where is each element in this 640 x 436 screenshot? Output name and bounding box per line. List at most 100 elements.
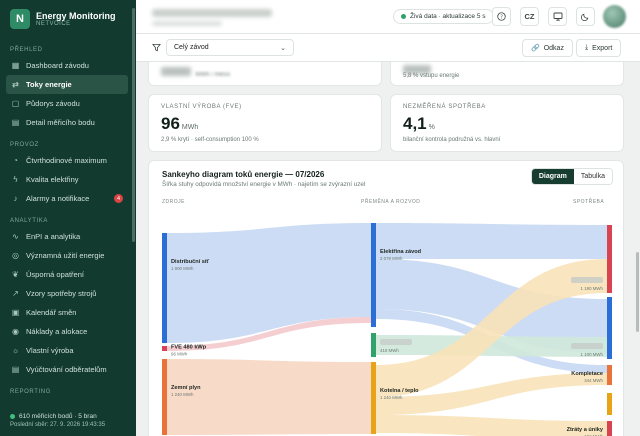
content-scrollbar[interactable] xyxy=(636,252,639,332)
download-icon: ⤓ xyxy=(585,44,589,51)
sidebar-item[interactable]: ♪ Alarmy a notifikace 4 xyxy=(6,189,128,208)
alarm-count-badge: 4 xyxy=(114,194,123,203)
sidebar-item[interactable]: ▦ Dashboard závodu xyxy=(6,56,128,75)
monitor-icon xyxy=(553,12,562,21)
sankey-node-label-redacted xyxy=(571,277,603,283)
sidebar-item[interactable]: ⇄ Toky energie xyxy=(6,75,128,94)
sidebar-item-label: EnPI a analytika xyxy=(26,232,81,241)
sidebar-item-label: Detail měřicího bodu xyxy=(26,118,95,127)
sankey-node[interactable] xyxy=(162,346,167,351)
sankey-subtitle: Šířka stuhy odpovídá množství energie v … xyxy=(162,181,366,188)
sankey-node[interactable] xyxy=(607,421,612,436)
sankey-node[interactable] xyxy=(162,359,167,435)
sankey-node-value: 344 MWh xyxy=(584,378,603,383)
pulse-icon: ∿ xyxy=(12,232,19,241)
filter-icon xyxy=(152,43,161,54)
sidebar-item-label: Vlastní výroba xyxy=(26,346,74,355)
display-button[interactable] xyxy=(548,7,567,26)
plant-select[interactable]: Celý závod ⌄ xyxy=(166,39,294,56)
sidebar-item[interactable]: ▤ Vyúčtování odběratelům xyxy=(6,360,128,379)
kpi-card-unmeasured: NEZMĚŘENÁ SPOTŘEBA 4,1% bilanční kontrol… xyxy=(390,94,624,152)
sidebar-scrollbar[interactable] xyxy=(132,8,135,242)
sidebar-item-label: Náklady a alokace xyxy=(26,327,88,336)
theme-toggle-button[interactable] xyxy=(576,7,595,26)
sidebar-item-label: Kvalita elektřiny xyxy=(26,175,79,184)
sankey-node-label: Kotelna / teplo xyxy=(380,388,419,394)
sidebar-item[interactable]: ◎ Významná užití energie xyxy=(6,246,128,265)
invoice-icon: ▤ xyxy=(11,365,20,374)
sankey-link[interactable] xyxy=(167,223,371,343)
tab-diagram[interactable]: Diagram xyxy=(531,169,574,184)
kpi-card-losses: 5,8 % vstupu energie xyxy=(390,62,624,86)
sankey-diagram[interactable]: Distribuční síť1 900 MWh FVE 480 kWp96 MW… xyxy=(149,207,625,436)
sidebar-item[interactable]: ◉ Náklady a alokace xyxy=(6,322,128,341)
sankey-node[interactable] xyxy=(371,333,376,357)
target-icon: ◎ xyxy=(12,251,19,260)
column-header-consumption: SPOTŘEBA xyxy=(573,199,605,205)
sankey-node-label-redacted xyxy=(571,343,603,349)
kpi-unmeasured-sub: bilanční kontrola podružná vs. hlavní xyxy=(403,137,501,143)
share-link-label: Odkaz xyxy=(543,44,564,52)
breadcrumb xyxy=(152,9,272,17)
kpi-unmeasured-value: 4,1 xyxy=(403,114,427,133)
sidebar-section-title: REPORTING xyxy=(10,389,51,395)
brand[interactable]: N Energy Monitoring NETVOICE xyxy=(0,0,136,37)
column-header-transfer: PŘEMĚNA A ROZVOD xyxy=(361,199,421,205)
page-title xyxy=(152,21,222,26)
export-button[interactable]: ⤓ Export xyxy=(576,39,622,57)
kpi-own-value: 96 xyxy=(161,114,180,133)
help-button[interactable]: ? xyxy=(492,7,511,26)
sankey-node-value: 1 240 MWh xyxy=(380,395,403,400)
kpi-card-own-production: VLASTNÍ VÝROBA (FVE) 96 MWh 2,9 % krytí ·… xyxy=(148,94,382,152)
language-button[interactable]: CZ xyxy=(520,7,539,26)
tab-table[interactable]: Tabulka xyxy=(573,169,612,184)
kpi-total-value xyxy=(161,67,191,77)
sidebar-item-label: Vyúčtování odběratelům xyxy=(26,365,107,374)
sankey-node[interactable] xyxy=(607,365,612,385)
view-toggle: Diagram Tabulka xyxy=(530,168,613,185)
help-icon: ? xyxy=(497,12,506,21)
sankey-node-value: 96 MWh xyxy=(171,352,188,357)
grid-icon: ▦ xyxy=(11,61,20,70)
sankey-node-label: Ztráty a úniky xyxy=(567,427,604,433)
sidebar-item[interactable]: ϟ Kvalita elektřiny xyxy=(6,170,128,189)
sidebar-section-title: ANALYTIKA xyxy=(10,218,48,224)
svg-text:?: ? xyxy=(500,14,503,20)
brand-logo: N xyxy=(10,9,30,29)
sankey-link[interactable] xyxy=(167,359,371,435)
sankey-node-label: Distribuční síť xyxy=(171,259,209,265)
sidebar-item-label: Úsporná opatření xyxy=(26,270,84,279)
sankey-node[interactable] xyxy=(371,223,376,327)
sidebar-item[interactable]: ◔ Čtvrthodinové maximum xyxy=(6,151,128,170)
sankey-node-value: 1 100 MWh xyxy=(581,352,604,357)
sidebar-footer: 610 měřicích bodů · 5 bran Poslední sběr… xyxy=(0,409,136,436)
live-status-badge: Živá data · aktualizace 5 s xyxy=(393,9,494,24)
sidebar-nav: PŘEHLED ▦ Dashboard závodu ⇄ Toky energie ▢ Pů… xyxy=(0,47,136,395)
sidebar-item[interactable]: ↗ Vzory spotřeby strojů xyxy=(6,284,128,303)
share-link-button[interactable]: 🔗 Odkaz xyxy=(522,39,573,57)
sidebar-item-label: Vzory spotřeby strojů xyxy=(26,289,97,298)
sidebar-item[interactable]: ☼ Vlastní výroba xyxy=(6,341,128,360)
sidebar-item[interactable]: ❦ Úsporná opatření xyxy=(6,265,128,284)
sankey-node[interactable] xyxy=(162,233,167,343)
user-avatar[interactable] xyxy=(603,5,626,28)
sidebar-section: ▦ Dashboard závodu ⇄ Toky energie ▢ Půdorys z… xyxy=(0,56,136,132)
sidebar-item-label: Významná užití energie xyxy=(26,251,105,260)
sidebar-item-label: Toky energie xyxy=(26,80,72,89)
sidebar-item[interactable]: ▤ Detail měřicího bodu xyxy=(6,113,128,132)
floorplan-icon: ▢ xyxy=(11,99,20,108)
brand-title: Energy Monitoring xyxy=(36,11,116,21)
sankey-node[interactable] xyxy=(371,362,376,434)
kpi-own-label: VLASTNÍ VÝROBA (FVE) xyxy=(161,104,242,110)
sankey-node-label: Zemní plyn xyxy=(171,385,201,391)
sidebar-item[interactable]: ▣ Kalendář směn xyxy=(6,303,128,322)
sankey-node-value: 2 078 MWh xyxy=(380,256,403,261)
kpi-total-unit: MWh / měsíc xyxy=(195,72,231,78)
sankey-node[interactable] xyxy=(607,393,612,415)
sidebar-item[interactable]: ∿ EnPI a analytika xyxy=(6,227,128,246)
sidebar-item[interactable]: ▢ Půdorys závodu xyxy=(6,94,128,113)
gauge-icon: ◔ xyxy=(13,156,18,165)
sankey-node[interactable] xyxy=(607,297,612,359)
sankey-node[interactable] xyxy=(607,225,612,293)
sidebar-section: ∿ EnPI a analytika ◎ Významná užití energie… xyxy=(0,227,136,379)
